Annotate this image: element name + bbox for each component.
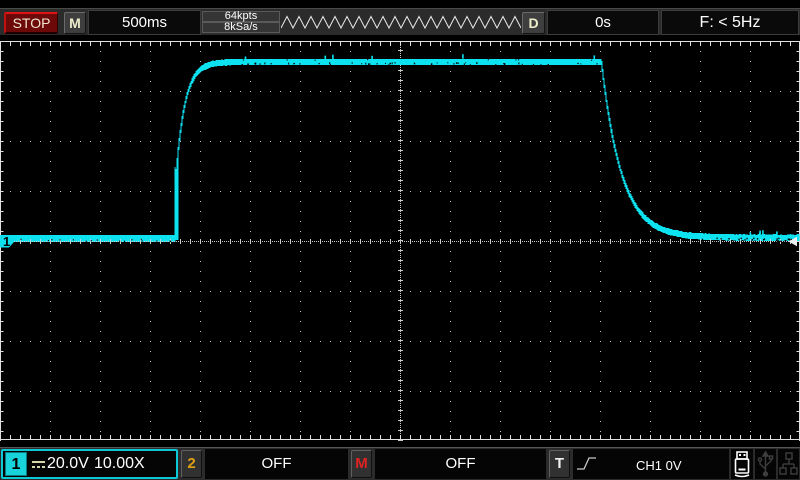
svg-text:1: 1	[3, 234, 10, 249]
